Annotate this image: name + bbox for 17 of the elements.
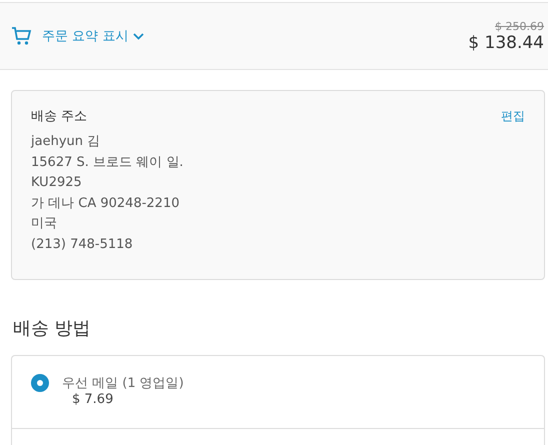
option-price: $ 7.69 [72, 392, 114, 407]
original-price: $ 250.69 [495, 20, 544, 32]
address-line: 15627 S. 브로드 웨이 일. [31, 154, 184, 172]
address-line: jaehyun 김 [31, 133, 102, 151]
cart-icon[interactable] [12, 26, 32, 46]
order-summary-toggle[interactable]: 주문 요약 표시 [42, 27, 144, 45]
total-price: $ 138.44 [468, 32, 544, 52]
address-line: KU2925 [31, 174, 83, 192]
section-heading: 배송 방법 [13, 317, 92, 340]
edit-link[interactable]: 편집 [501, 108, 525, 124]
address-line: (213) 748-5118 [31, 236, 134, 254]
address-line: 가 데나 CA 90248-2210 [31, 194, 180, 213]
chevron-down-icon [133, 32, 144, 40]
radio-button[interactable] [31, 374, 49, 392]
option-label: 우선 메일 (1 영업일) [62, 375, 184, 392]
section-title: 배송 주소 [31, 108, 88, 125]
address-line: 미국 [31, 215, 58, 234]
